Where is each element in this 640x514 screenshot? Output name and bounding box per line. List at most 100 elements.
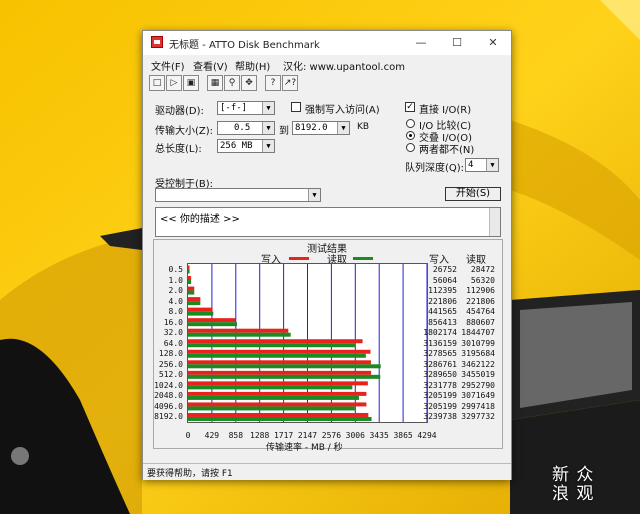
chevron-down-icon: ▼ xyxy=(337,122,349,134)
queue-depth-select[interactable]: 4 ▼ xyxy=(465,158,499,172)
watermark-line-2: 浪 观 xyxy=(552,484,595,504)
category-label: 256.0 xyxy=(158,359,183,369)
chevron-down-icon: ▼ xyxy=(262,102,274,114)
write-value: 3231778 xyxy=(423,380,457,390)
neither-label: 两者都不(N) xyxy=(419,145,475,156)
menu-file[interactable]: 文件(F) xyxy=(151,58,185,73)
read-value: 3071649 xyxy=(461,391,495,401)
read-bar xyxy=(188,385,353,390)
move-icon[interactable]: ✥ xyxy=(241,75,257,91)
read-value: 2997418 xyxy=(461,401,495,411)
drive-select[interactable]: [-f-] ▼ xyxy=(217,101,275,115)
maximize-icon[interactable]: ☐ xyxy=(439,31,475,55)
close-icon[interactable]: ✕ xyxy=(475,31,511,55)
write-value: 856413 xyxy=(428,317,457,327)
write-bar xyxy=(188,370,372,375)
write-value: 441565 xyxy=(428,307,457,317)
chart-plot-area xyxy=(187,263,428,423)
write-column-header: 写入 xyxy=(429,255,449,266)
read-bar xyxy=(188,353,366,358)
description-textarea[interactable]: << 你的描述 >> xyxy=(155,207,501,237)
context-help-icon[interactable]: ↗? xyxy=(282,75,298,91)
write-value: 112395 xyxy=(428,286,457,296)
x-tick-label: 4294 xyxy=(417,431,437,440)
transfer-to-select[interactable]: 8192.0 ▼ xyxy=(292,121,350,135)
write-value: 3136159 xyxy=(423,338,457,348)
write-bar xyxy=(188,265,190,270)
write-bar xyxy=(188,318,236,323)
total-length-value: 256 MB xyxy=(220,141,253,151)
read-bar xyxy=(188,290,195,295)
category-label: 128.0 xyxy=(158,349,183,359)
read-bar xyxy=(188,269,190,274)
transfer-to-value: 8192.0 xyxy=(295,123,328,133)
read-bar xyxy=(188,332,291,337)
read-value: 3462122 xyxy=(461,359,495,369)
write-value: 26752 xyxy=(432,265,457,274)
print-icon[interactable]: ▦ xyxy=(207,75,223,91)
read-bar xyxy=(188,343,356,348)
chevron-down-icon: ▼ xyxy=(262,122,274,134)
category-label: 8.0 xyxy=(168,307,183,317)
category-label: 32.0 xyxy=(163,328,183,338)
write-value: 3286761 xyxy=(423,359,457,369)
minimize-icon[interactable]: — xyxy=(403,31,439,55)
open-icon[interactable]: ▷ xyxy=(166,75,182,91)
category-label: 0.5 xyxy=(168,265,183,274)
category-label: 512.0 xyxy=(158,370,183,380)
transfer-size-label: 传输大小(Z): xyxy=(155,126,214,137)
to-label: 到 xyxy=(279,126,289,137)
scrollbar[interactable] xyxy=(489,208,500,236)
transfer-from-select[interactable]: 0.5 ▼ xyxy=(217,121,275,135)
write-bar xyxy=(188,328,289,333)
read-bar xyxy=(188,322,238,327)
io-compare-radio[interactable] xyxy=(406,119,415,128)
queue-depth-value: 4 xyxy=(468,160,474,170)
force-write-checkbox[interactable] xyxy=(291,102,301,112)
watermark: 新 众浪 观 xyxy=(552,466,594,504)
overlap-io-radio[interactable] xyxy=(406,131,415,140)
new-icon[interactable]: □ xyxy=(149,75,165,91)
menu-bar: 文件(F) 查看(V) 帮助(H) 汉化: www.upantool.com xyxy=(143,55,511,73)
read-bar xyxy=(188,374,381,379)
read-bar xyxy=(188,416,372,421)
write-bar xyxy=(188,339,363,344)
save-icon[interactable]: ▣ xyxy=(183,75,199,91)
write-bar xyxy=(188,412,369,417)
category-label: 2.0 xyxy=(168,286,183,296)
menu-help[interactable]: 帮助(H) xyxy=(235,58,270,73)
chevron-down-icon: ▼ xyxy=(262,140,274,152)
read-value: 1844707 xyxy=(461,328,495,338)
write-value: 1802174 xyxy=(423,328,457,338)
menu-localization[interactable]: 汉化: www.upantool.com xyxy=(283,58,405,73)
controlled-by-select[interactable]: ▼ xyxy=(155,188,321,202)
force-write-label: 强制写入访问(A) xyxy=(305,105,380,116)
write-bar xyxy=(188,307,213,312)
chevron-down-icon: ▼ xyxy=(486,159,498,171)
direct-io-checkbox[interactable]: ✓ xyxy=(405,102,415,112)
start-button[interactable]: 开始(S) xyxy=(445,187,501,201)
read-value: 454764 xyxy=(466,307,495,317)
transfer-from-value: 0.5 xyxy=(234,123,251,133)
read-legend-swatch xyxy=(353,257,373,260)
read-bar xyxy=(188,280,192,285)
direct-io-label: 直接 I/O(R) xyxy=(419,105,472,116)
total-length-select[interactable]: 256 MB ▼ xyxy=(217,139,275,153)
description-text: << 你的描述 >> xyxy=(160,214,240,225)
print-preview-icon[interactable]: ⚲ xyxy=(224,75,240,91)
read-column-header: 读取 xyxy=(466,255,486,266)
category-label: 4096.0 xyxy=(154,401,183,411)
menu-view[interactable]: 查看(V) xyxy=(193,58,228,73)
write-value: 3205199 xyxy=(423,401,457,411)
write-legend-swatch xyxy=(289,257,309,260)
atto-window: 无标题 - ATTO Disk Benchmark — ☐ ✕ 文件(F) 查看… xyxy=(142,30,512,480)
read-value: 112906 xyxy=(466,286,495,296)
read-value: 3455019 xyxy=(461,370,495,380)
neither-radio[interactable] xyxy=(406,143,415,152)
category-label: 4.0 xyxy=(168,296,183,306)
category-label: 2048.0 xyxy=(154,391,183,401)
read-bar xyxy=(188,395,359,400)
category-label: 1.0 xyxy=(168,275,183,285)
write-value: 221806 xyxy=(428,296,457,306)
help-icon[interactable]: ? xyxy=(265,75,281,91)
